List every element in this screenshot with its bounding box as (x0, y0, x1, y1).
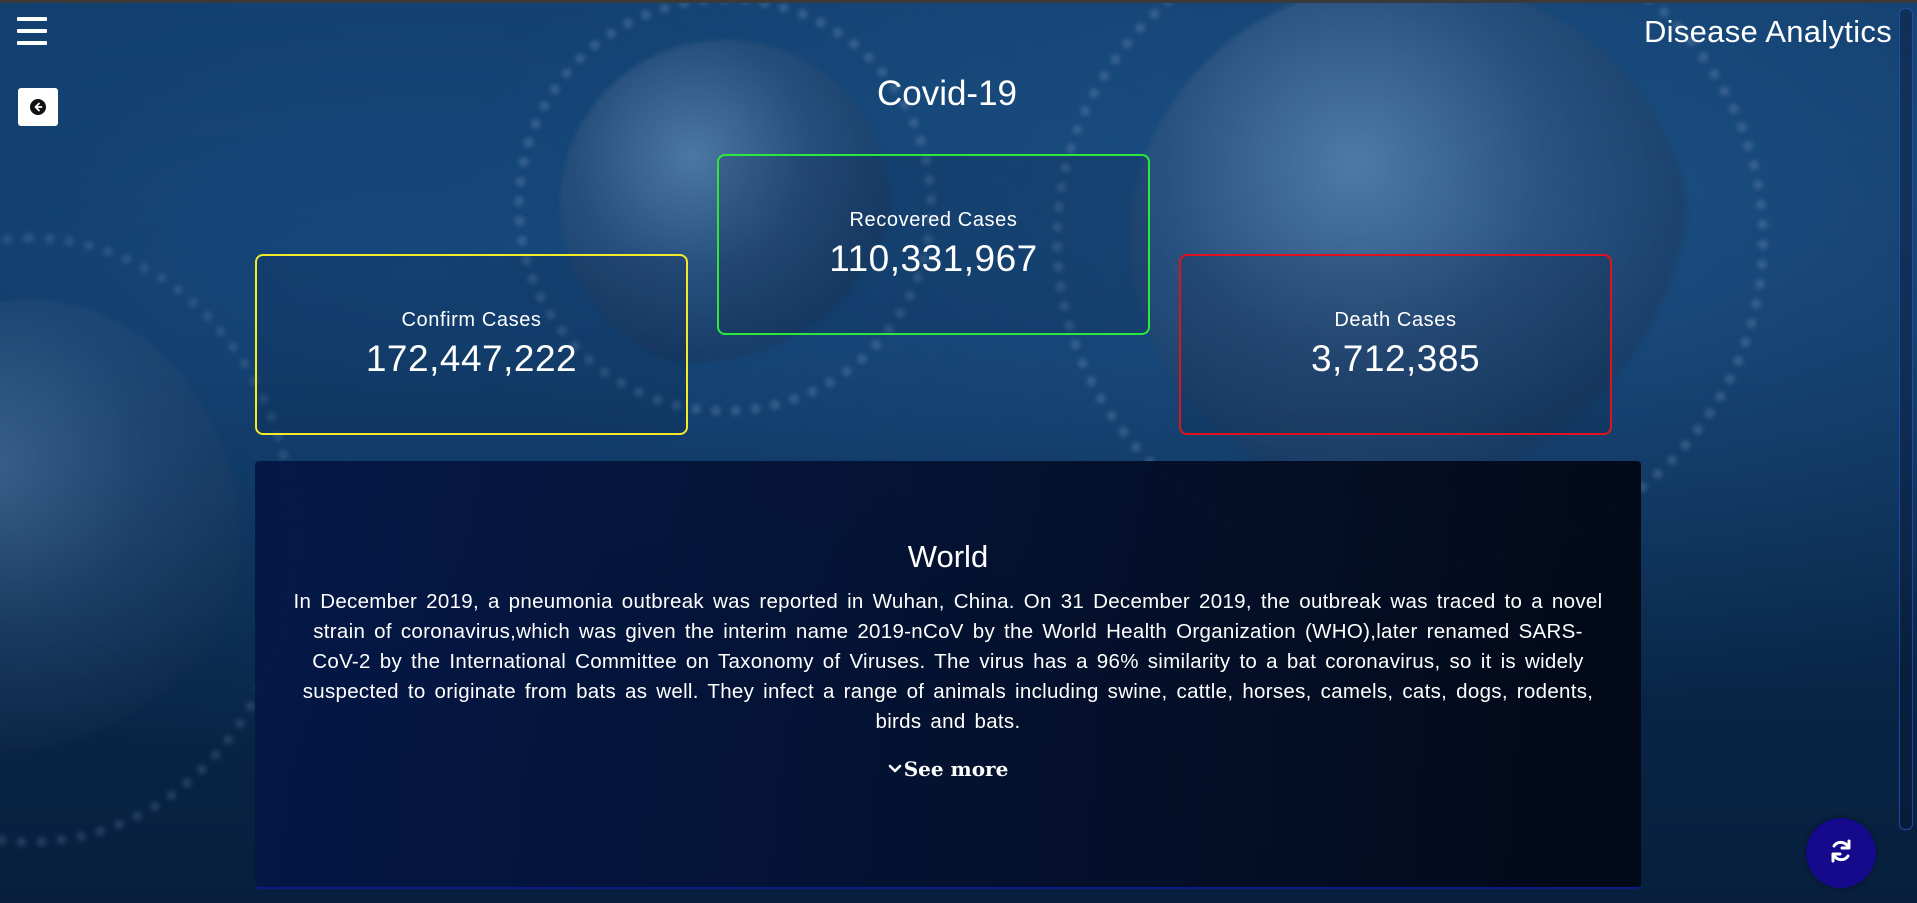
recovered-cases-value: 110,331,967 (829, 238, 1038, 279)
death-cases-label: Death Cases (1334, 309, 1457, 331)
scrollbar[interactable] (1899, 8, 1913, 830)
recovered-cases-card: Recovered Cases 110,331,967 (717, 154, 1150, 335)
death-cases-card: Death Cases 3,712,385 (1179, 254, 1612, 435)
page-title: Covid-19 (876, 74, 1018, 113)
refresh-button[interactable] (1806, 818, 1876, 888)
see-more-button[interactable]: See more (888, 757, 1009, 781)
recovered-cases-label: Recovered Cases (849, 209, 1018, 231)
hamburger-menu-icon[interactable] (17, 17, 47, 45)
window-top-border (0, 0, 1917, 3)
refresh-icon (1828, 838, 1854, 868)
chevron-down-icon (888, 764, 902, 774)
see-more-label: See more (903, 757, 1009, 781)
world-info-panel: World In December 2019, a pneumonia outb… (255, 461, 1641, 889)
world-title: World (907, 539, 989, 574)
death-cases-value: 3,712,385 (1310, 338, 1481, 379)
brand-title[interactable]: Disease Analytics (1644, 14, 1892, 50)
world-description: In December 2019, a pneumonia outbreak w… (293, 590, 1603, 733)
confirm-cases-label: Confirm Cases (401, 309, 542, 331)
confirm-cases-card: Confirm Cases 172,447,222 (255, 254, 688, 435)
virus-background-image (0, 232, 299, 848)
confirm-cases-value: 172,447,222 (365, 338, 578, 379)
